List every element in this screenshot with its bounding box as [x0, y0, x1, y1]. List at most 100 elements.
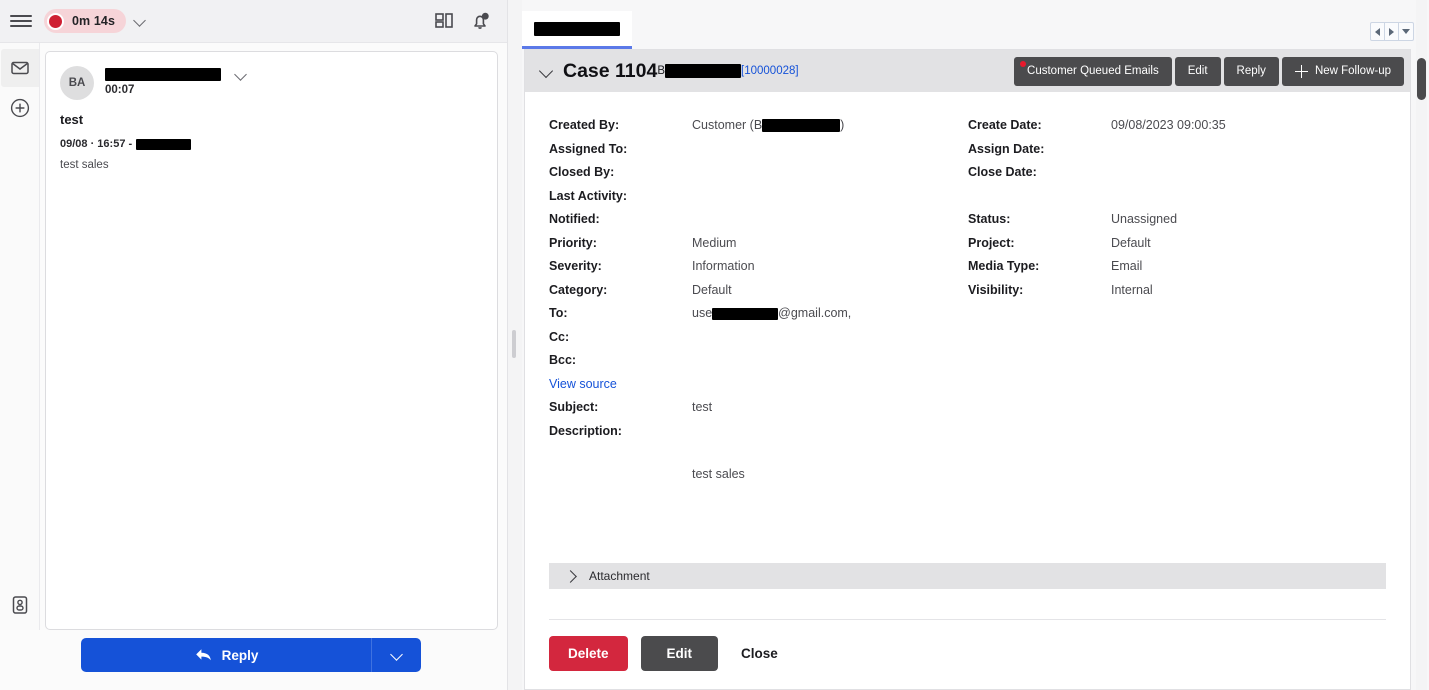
field-value-to: use @gmail.com, [692, 302, 968, 326]
channel-rail [0, 43, 40, 630]
field-value-blank-1 [1111, 302, 1386, 326]
field-value-status: Unassigned [1111, 212, 1178, 226]
field-value-category: Default [692, 282, 732, 297]
field-label-project: Project: [968, 235, 1015, 250]
field-value-blank-7 [1111, 420, 1386, 444]
field-label-bcc: Bcc: [549, 353, 577, 367]
field-label-visibility: Visibility: [968, 282, 1024, 297]
queued-emails-badge-icon [1020, 60, 1027, 67]
created-by-redacted [762, 119, 841, 133]
record-dot-icon [47, 12, 64, 30]
field-label-spacer [968, 185, 1111, 209]
reply-dropdown-button[interactable] [371, 638, 421, 672]
agent-desktop-pane: 0m 14s BA 00:07 test 09/08 · 16:57 - tes… [0, 0, 508, 690]
description-blank-1 [968, 443, 1111, 481]
message-subject: test [60, 112, 84, 127]
case-tabbar: ( [508, 0, 1429, 49]
triangle-down-icon [1402, 29, 1410, 34]
contact-card-icon [12, 596, 27, 614]
case-ref-number[interactable]: [10000028] [741, 65, 799, 77]
left-topbar: 0m 14s [0, 0, 507, 43]
field-value-blank-2 [1111, 326, 1386, 350]
pane-splitter[interactable] [508, 0, 522, 690]
splitter-grip[interactable] [512, 330, 516, 358]
rail-item-contacts[interactable] [1, 586, 39, 624]
left-body: BA 00:07 test 09/08 · 16:57 - test sales [0, 43, 507, 630]
call-timer-pill[interactable]: 0m 14s [44, 9, 126, 33]
to-suffix: @gmail.com, [778, 306, 852, 320]
field-value-subject: test [692, 400, 713, 414]
message-meta-name-redacted [136, 138, 192, 150]
rail-item-email[interactable] [0, 49, 39, 87]
view-source-link[interactable]: View source [549, 373, 692, 397]
field-label-close-date: Close Date: [968, 165, 1037, 179]
reply-arrow-icon [195, 649, 211, 661]
case-ref-redacted [665, 64, 742, 78]
reply-button-main[interactable]: Reply [81, 638, 371, 672]
case-edit-label: Edit [1187, 65, 1208, 77]
field-label-cc: Cc: [549, 329, 570, 344]
nav-next-button[interactable] [1385, 23, 1399, 40]
field-value-notified [692, 208, 968, 232]
message-meta: 09/08 · 16:57 - [60, 138, 483, 150]
field-label-blank-1 [968, 302, 1111, 326]
message-body: test sales [60, 159, 109, 171]
case-edit-button[interactable]: Edit [1174, 56, 1221, 86]
rail-item-new[interactable] [1, 89, 39, 127]
case-ref-prefix: B [657, 65, 666, 77]
tab-case[interactable] [522, 11, 632, 49]
field-label-notified: Notified: [549, 212, 600, 226]
case-collapse-chevron-down-icon[interactable] [539, 64, 554, 79]
scrollbar-thumb[interactable] [1417, 58, 1426, 100]
field-value-blank-3 [1111, 349, 1386, 373]
message-header-text: 00:07 [105, 66, 247, 96]
vertical-scrollbar[interactable] [1416, 0, 1427, 690]
field-label-severity: Severity: [549, 259, 602, 273]
field-value-severity: Information [692, 259, 755, 273]
timer-chevron-down-icon[interactable] [134, 15, 146, 27]
footer-edit-button[interactable]: Edit [640, 636, 719, 671]
created-by-suffix: ) [840, 118, 845, 132]
message-chevron-down-icon[interactable] [235, 69, 247, 81]
field-value-closed-by [692, 161, 968, 185]
field-value-assigned-to [692, 138, 968, 162]
call-timer-label: 0m 14s [72, 14, 115, 28]
hamburger-menu-icon[interactable] [10, 10, 32, 32]
description-body-spacer [549, 443, 692, 481]
close-button[interactable]: Close [731, 646, 788, 661]
delete-button[interactable]: Delete [549, 636, 628, 671]
field-value-description [692, 420, 968, 444]
field-value-media-type: Email [1111, 259, 1143, 273]
field-value-bcc [692, 349, 968, 373]
triangle-left-icon [1375, 27, 1380, 36]
attachment-section-header[interactable]: Attachment [549, 563, 1386, 589]
nav-more-button[interactable] [1399, 23, 1413, 40]
tab-label-redacted [534, 21, 620, 36]
reply-button[interactable]: Reply [81, 638, 421, 672]
conversation-area: BA 00:07 test 09/08 · 16:57 - test sales [40, 43, 507, 630]
field-label-assign-date: Assign Date: [968, 141, 1045, 156]
dashboard-icon[interactable] [431, 8, 457, 34]
field-label-status: Status: [968, 212, 1011, 226]
field-value-assign-date [1111, 138, 1386, 162]
conversation-card: BA 00:07 test 09/08 · 16:57 - test sales [45, 51, 498, 630]
field-label-last-activity: Last Activity: [549, 188, 628, 203]
field-label-closed-by: Closed By: [549, 165, 615, 179]
customer-queued-emails-label: Customer Queued Emails [1027, 65, 1159, 77]
bell-icon[interactable] [467, 8, 493, 34]
nav-prev-button[interactable] [1371, 23, 1385, 40]
field-label-blank-3 [968, 349, 1111, 373]
field-label-create-date: Create Date: [968, 118, 1042, 132]
field-label-description: Description: [549, 423, 622, 438]
envelope-icon [10, 61, 29, 75]
new-follow-up-button[interactable]: New Follow-up [1281, 56, 1404, 86]
reply-chevron-down-icon [391, 649, 403, 661]
field-label-blank-2 [968, 326, 1111, 350]
message-meta-prefix: 09/08 · 16:57 - [60, 138, 133, 150]
field-label-created-by: Created By: [549, 118, 620, 132]
to-redacted [712, 307, 779, 320]
field-value-close-date [1111, 161, 1386, 185]
customer-queued-emails-button[interactable]: Customer Queued Emails [1014, 56, 1172, 86]
message-time: 00:07 [105, 84, 135, 96]
case-reply-button[interactable]: Reply [1223, 56, 1279, 86]
